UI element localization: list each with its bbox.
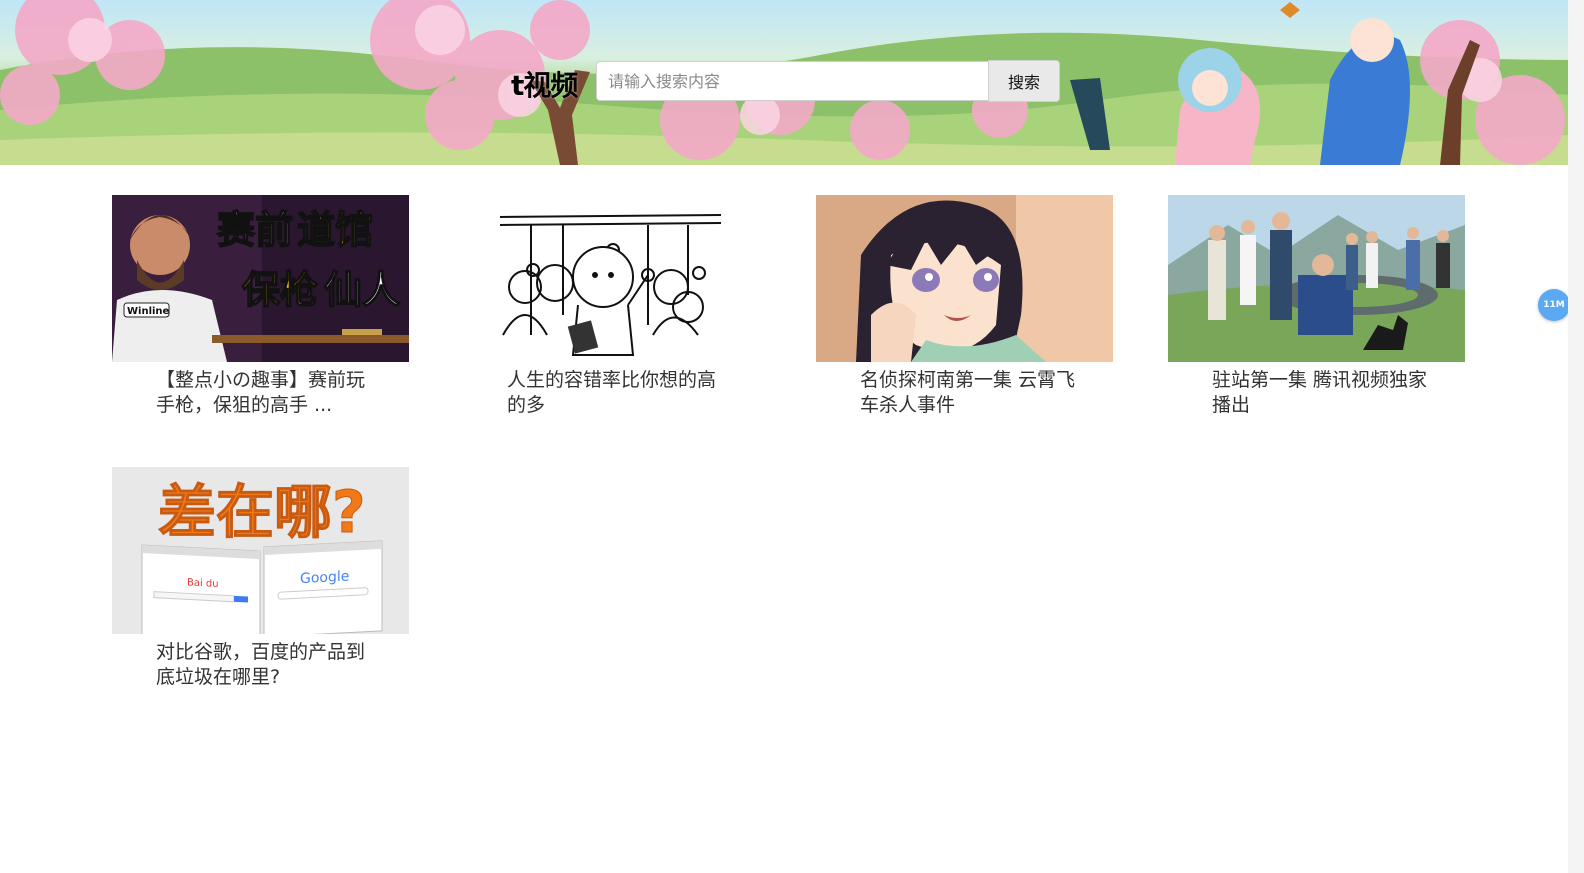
svg-text:道馆: 道馆 [297, 208, 373, 252]
svg-text:仙人: 仙人 [324, 268, 400, 312]
jersey-text: Winline [127, 306, 170, 317]
svg-text:赛前: 赛前 [217, 208, 293, 252]
video-thumbnail[interactable] [816, 195, 1113, 362]
search-input[interactable] [596, 61, 988, 101]
floating-status-badge[interactable]: 11M [1538, 289, 1570, 321]
header-banner: t视频 搜索 [0, 0, 1568, 165]
video-thumbnail[interactable]: Winline 赛前 道馆 保枪 仙人 [112, 195, 409, 362]
site-logo[interactable]: t视频 [511, 64, 578, 104]
vertical-scrollbar[interactable] [1568, 0, 1584, 873]
video-card-1[interactable]: Winline 赛前 道馆 保枪 仙人 【整点小の趣事】赛前玩手枪，保狙的高手 … [112, 195, 409, 418]
svg-text:Bai du: Bai du [187, 577, 219, 590]
video-title[interactable]: 人生的容错率比你想的高的多 [507, 368, 727, 418]
video-thumbnail[interactable] [1168, 195, 1465, 362]
svg-text:Google: Google [300, 569, 349, 588]
video-card-4[interactable]: 驻站第一集 腾讯视频独家播出 [1168, 195, 1465, 418]
svg-text:保枪: 保枪 [242, 268, 318, 312]
search-button[interactable]: 搜索 [988, 60, 1060, 102]
video-card-2[interactable]: 人生的容错率比你想的高的多 [463, 195, 760, 418]
video-title[interactable]: 驻站第一集 腾讯视频独家播出 [1212, 368, 1432, 418]
video-card-3[interactable]: 名侦探柯南第一集 云霄飞车杀人事件 [816, 195, 1113, 418]
video-card-5[interactable]: 差在哪? Bai du Google 对比谷歌，百度的产品到底垃圾在哪里? [112, 467, 409, 690]
video-title[interactable]: 名侦探柯南第一集 云霄飞车杀人事件 [860, 368, 1080, 418]
video-thumbnail[interactable]: 差在哪? Bai du Google [112, 467, 409, 634]
video-thumbnail[interactable] [463, 195, 760, 362]
video-title[interactable]: 【整点小の趣事】赛前玩手枪，保狙的高手 ... [156, 368, 376, 418]
svg-text:差在哪?: 差在哪? [158, 478, 366, 546]
video-title[interactable]: 对比谷歌，百度的产品到底垃圾在哪里? [156, 640, 376, 690]
